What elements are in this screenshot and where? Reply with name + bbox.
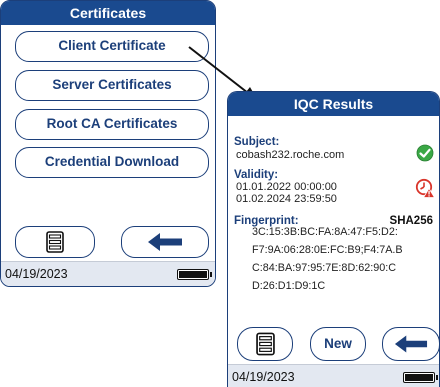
status-date: 04/19/2023 xyxy=(232,370,295,384)
validity-label: Validity: xyxy=(234,169,279,181)
battery-icon xyxy=(403,372,438,383)
validity-to: 01.02.2024 23:59:50 xyxy=(236,193,337,205)
validity-from: 01.01.2022 00:00:00 xyxy=(236,181,337,193)
expired-clock-warning-icon xyxy=(415,178,435,198)
subject-label: Subject: xyxy=(234,136,280,148)
status-bar: 04/19/2023 xyxy=(228,364,439,387)
check-circle-icon xyxy=(416,144,434,162)
back-arrow-icon xyxy=(394,335,428,353)
list-button[interactable] xyxy=(237,327,293,361)
fingerprint-line: D:26:D1:D9:1C xyxy=(252,280,326,292)
iqc-results-screen: IQC Results Subject: cobash232.roche.com… xyxy=(227,91,440,387)
fingerprint-line: 3C:15:3B:BC:FA:8A:47:F5:D2: xyxy=(252,226,398,238)
iqc-results-title: IQC Results xyxy=(228,92,439,116)
back-button[interactable] xyxy=(382,327,439,361)
fingerprint-line: C:84:BA:97:95:7E:8D:62:90:C xyxy=(252,262,397,274)
fingerprint-line: F7:9A:06:28:0E:FC:B9;F4:7A.B xyxy=(252,244,403,256)
list-icon xyxy=(255,332,275,356)
new-button[interactable]: New xyxy=(310,327,366,361)
subject-value: cobash232.roche.com xyxy=(236,149,345,161)
